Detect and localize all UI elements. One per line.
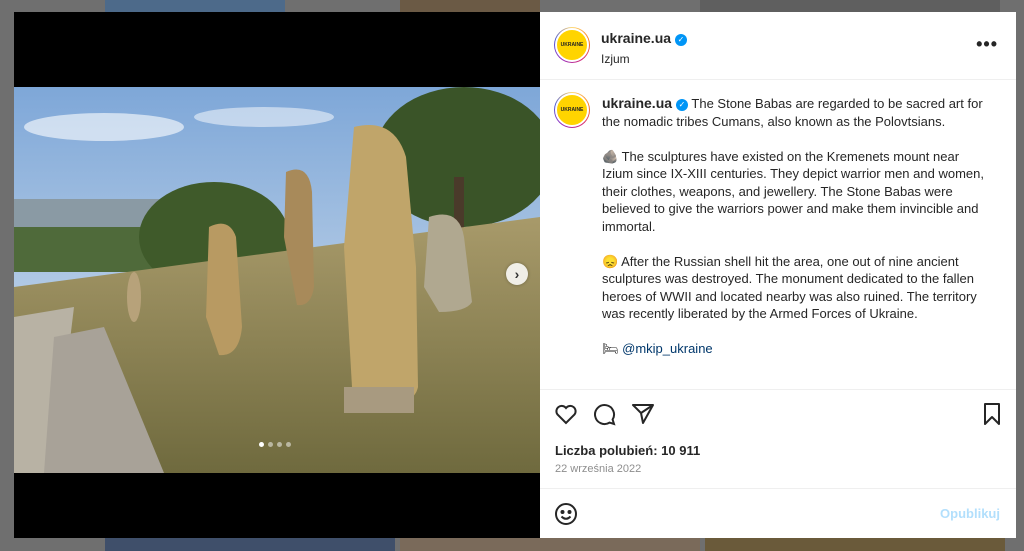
carousel-dots [259,442,291,447]
likes-count[interactable]: Liczba polubień: 10 911 [555,443,700,458]
background-feed-tile [400,538,700,551]
mention-link[interactable]: @mkip_ukraine [622,341,713,356]
post-photo [14,87,540,473]
share-icon[interactable] [631,402,655,426]
carousel-next-button[interactable]: › [506,263,528,285]
caption-paragraph: 🪨 The sculptures have existed on the Kre… [602,148,984,234]
carousel-dot [268,442,273,447]
avatar-logo-text: UKRAINE [560,42,584,48]
carousel-dot [259,442,264,447]
emoji-icon[interactable] [554,502,578,526]
caption-paragraph: 😞 After the Russian shell hit the area, … [602,253,977,322]
post-media: › [14,12,540,538]
comment-box: Opublikuj [540,488,1016,539]
post-actions: Liczba polubień: 10 911 22 września 2022 [540,389,1016,500]
publish-button[interactable]: Opublikuj [940,506,1000,521]
carousel-dot [286,442,291,447]
post-date[interactable]: 22 września 2022 [555,463,641,475]
caption-username-link[interactable]: ukraine.ua [602,95,672,111]
post-header: UKRAINE ukraine.ua ✓ Izjum ••• [540,12,1016,80]
background-feed-tile [705,538,1005,551]
verified-icon: ✓ [675,34,688,46]
verified-icon: ✓ [676,99,689,111]
caption-area: UKRAINE ukraine.ua ✓ The Stone Babas are … [540,80,1016,388]
comment-icon[interactable] [592,402,616,426]
background-feed-tile [105,538,395,551]
background-feed-tile [105,0,285,12]
bookmark-icon[interactable] [980,402,1004,426]
avatar[interactable]: UKRAINE [554,27,590,63]
location-link[interactable]: Izjum [601,52,687,66]
carousel-dot [277,442,282,447]
background-feed-tile [700,0,1000,12]
caption-text: ukraine.ua ✓ The Stone Babas are regarded… [602,95,987,375]
heart-icon[interactable] [554,402,578,426]
bed-emoji: 🛏 [602,341,619,356]
background-feed-tile [400,0,540,12]
more-options-button[interactable]: ••• [976,34,998,55]
avatar-logo-text: UKRAINE [560,107,584,113]
username-link[interactable]: ukraine.ua [601,30,671,46]
avatar[interactable]: UKRAINE [554,92,590,128]
chevron-right-icon: › [514,266,520,282]
post-detail-panel: UKRAINE ukraine.ua ✓ Izjum ••• UKRAINE uk… [540,12,1016,538]
